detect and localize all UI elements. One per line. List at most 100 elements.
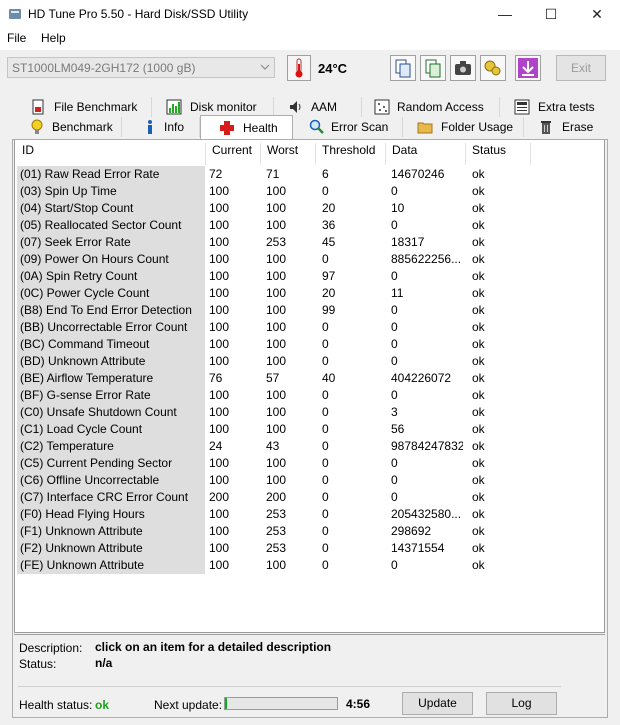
table-row[interactable]: (07) Seek Error Rate 100 253 45 18317 ok	[17, 234, 537, 251]
row-id-cell: (0A) Spin Retry Count	[17, 268, 205, 285]
copy-all-icon	[425, 59, 441, 78]
tab-extra-tests[interactable]: Extra tests	[500, 97, 608, 117]
menu-help[interactable]: Help	[41, 31, 66, 45]
table-row[interactable]: (FE) Unknown Attribute 100 100 0 0 ok	[17, 557, 537, 574]
col-header-threshold[interactable]: Threshold	[322, 143, 375, 166]
row-threshold-cell: 20	[322, 286, 336, 300]
tab-error-scan[interactable]: Error Scan	[293, 117, 403, 137]
row-id-cell: (F2) Unknown Attribute	[17, 540, 205, 557]
file-benchmark-icon	[32, 99, 44, 115]
col-header-data[interactable]: Data	[392, 143, 417, 166]
tab-random-access[interactable]: Random Access	[362, 97, 500, 117]
tab-health[interactable]: Health	[200, 115, 293, 139]
row-worst-cell: 100	[266, 354, 287, 368]
tab-disk-monitor-label: Disk monitor	[190, 100, 257, 114]
close-button[interactable]: ✕	[574, 0, 620, 28]
tab-folder-usage[interactable]: Folder Usage	[403, 117, 524, 137]
table-row[interactable]: (F0) Head Flying Hours 100 253 0 205432580..…	[17, 506, 537, 523]
row-data-cell: 56	[391, 422, 405, 436]
tab-info[interactable]: Info	[122, 117, 200, 137]
row-status-cell: ok	[472, 201, 485, 215]
row-id-cell: (05) Reallocated Sector Count	[17, 217, 205, 234]
menu-file[interactable]: File	[7, 31, 26, 45]
copy-all-button[interactable]	[420, 55, 446, 81]
maximize-button[interactable]: ☐	[528, 0, 574, 28]
row-threshold-cell: 0	[322, 252, 329, 266]
row-threshold-cell: 97	[322, 269, 336, 283]
minimize-button[interactable]: —	[482, 0, 528, 28]
table-row[interactable]: (C2) Temperature 24 43 0 98784247832 ok	[17, 438, 537, 455]
row-status-cell: ok	[472, 252, 485, 266]
table-row[interactable]: (F2) Unknown Attribute 100 253 0 14371554 ok	[17, 540, 537, 557]
row-current-cell: 100	[209, 558, 230, 572]
table-row[interactable]: (C1) Load Cycle Count 100 100 0 56 ok	[17, 421, 537, 438]
options-button[interactable]	[480, 55, 506, 81]
col-header-id[interactable]: ID	[22, 143, 34, 166]
table-row[interactable]: (09) Power On Hours Count 100 100 0 88562225…	[17, 251, 537, 268]
row-worst-cell: 100	[266, 422, 287, 436]
row-threshold-cell: 0	[322, 456, 329, 470]
table-row[interactable]: (01) Raw Read Error Rate 72 71 6 14670246 ok	[17, 166, 537, 183]
table-row[interactable]: (BB) Uncorrectable Error Count 100 100 0 0 ok	[17, 319, 537, 336]
table-row[interactable]: (B8) End To End Error Detection 100 100 99 0…	[17, 302, 537, 319]
tab-erase[interactable]: Erase	[524, 117, 608, 137]
screenshot-button[interactable]	[450, 55, 476, 81]
table-row[interactable]: (C6) Offline Uncorrectable 100 100 0 0 ok	[17, 472, 537, 489]
row-id-cell: (09) Power On Hours Count	[17, 251, 205, 268]
tab-benchmark[interactable]: Benchmark	[12, 117, 122, 137]
next-update-label: Next update:	[154, 698, 223, 712]
tab-aam[interactable]: AAM	[274, 97, 362, 117]
save-button[interactable]	[515, 55, 541, 81]
row-data-cell: 0	[391, 269, 398, 283]
row-current-cell: 100	[209, 473, 230, 487]
row-data-cell: 0	[391, 337, 398, 351]
row-id-cell: (C2) Temperature	[17, 438, 205, 455]
row-worst-cell: 100	[266, 558, 287, 572]
drive-select[interactable]: ST1000LM049-2GH172 (1000 gB)	[7, 57, 275, 78]
table-row[interactable]: (C5) Current Pending Sector 100 100 0 0 ok	[17, 455, 537, 472]
speaker-icon	[290, 101, 301, 113]
row-status-cell: ok	[472, 541, 485, 555]
row-id-cell: (F1) Unknown Attribute	[17, 523, 205, 540]
table-row[interactable]: (04) Start/Stop Count 100 100 20 10 ok	[17, 200, 537, 217]
row-threshold-cell: 0	[322, 320, 329, 334]
tab-random-access-label: Random Access	[397, 100, 484, 114]
row-current-cell: 200	[209, 490, 230, 504]
col-header-status[interactable]: Status	[472, 143, 506, 166]
row-threshold-cell: 40	[322, 371, 336, 385]
row-current-cell: 100	[209, 235, 230, 249]
exit-button[interactable]: Exit	[556, 55, 606, 81]
table-row[interactable]: (BF) G-sense Error Rate 100 100 0 0 ok	[17, 387, 537, 404]
row-threshold-cell: 0	[322, 490, 329, 504]
row-data-cell: 18317	[391, 235, 425, 249]
table-row[interactable]: (05) Reallocated Sector Count 100 100 36 0 ok	[17, 217, 537, 234]
row-id-cell: (0C) Power Cycle Count	[17, 285, 205, 302]
table-row[interactable]: (C0) Unsafe Shutdown Count 100 100 0 3 ok	[17, 404, 537, 421]
table-row[interactable]: (BC) Command Timeout 100 100 0 0 ok	[17, 336, 537, 353]
tab-file-benchmark[interactable]: File Benchmark	[12, 97, 152, 117]
table-row[interactable]: (03) Spin Up Time 100 100 0 0 ok	[17, 183, 537, 200]
copy-button[interactable]	[390, 55, 416, 81]
erase-icon	[541, 121, 551, 134]
table-row[interactable]: (BE) Airflow Temperature 76 57 40 404226072 o…	[17, 370, 537, 387]
row-data-cell: 10	[391, 201, 405, 215]
row-status-cell: ok	[472, 456, 485, 470]
table-row[interactable]: (C7) Interface CRC Error Count 200 200 0 0 ok	[17, 489, 537, 506]
row-worst-cell: 100	[266, 184, 287, 198]
col-header-worst[interactable]: Worst	[267, 143, 298, 166]
info-icon	[148, 120, 152, 134]
row-current-cell: 100	[209, 388, 230, 402]
log-button[interactable]: Log	[486, 692, 557, 715]
table-row[interactable]: (BD) Unknown Attribute 100 100 0 0 ok	[17, 353, 537, 370]
divider	[18, 686, 561, 687]
table-row[interactable]: (F1) Unknown Attribute 100 253 0 298692 ok	[17, 523, 537, 540]
table-row[interactable]: (0C) Power Cycle Count 100 100 20 11 ok	[17, 285, 537, 302]
table-row[interactable]: (0A) Spin Retry Count 100 100 97 0 ok	[17, 268, 537, 285]
tab-disk-monitor[interactable]: Disk monitor	[152, 97, 274, 117]
update-button[interactable]: Update	[402, 692, 473, 715]
col-header-current[interactable]: Current	[212, 143, 252, 166]
row-status-cell: ok	[472, 558, 485, 572]
row-current-cell: 76	[209, 371, 223, 385]
row-threshold-cell: 0	[322, 388, 329, 402]
row-status-cell: ok	[472, 422, 485, 436]
